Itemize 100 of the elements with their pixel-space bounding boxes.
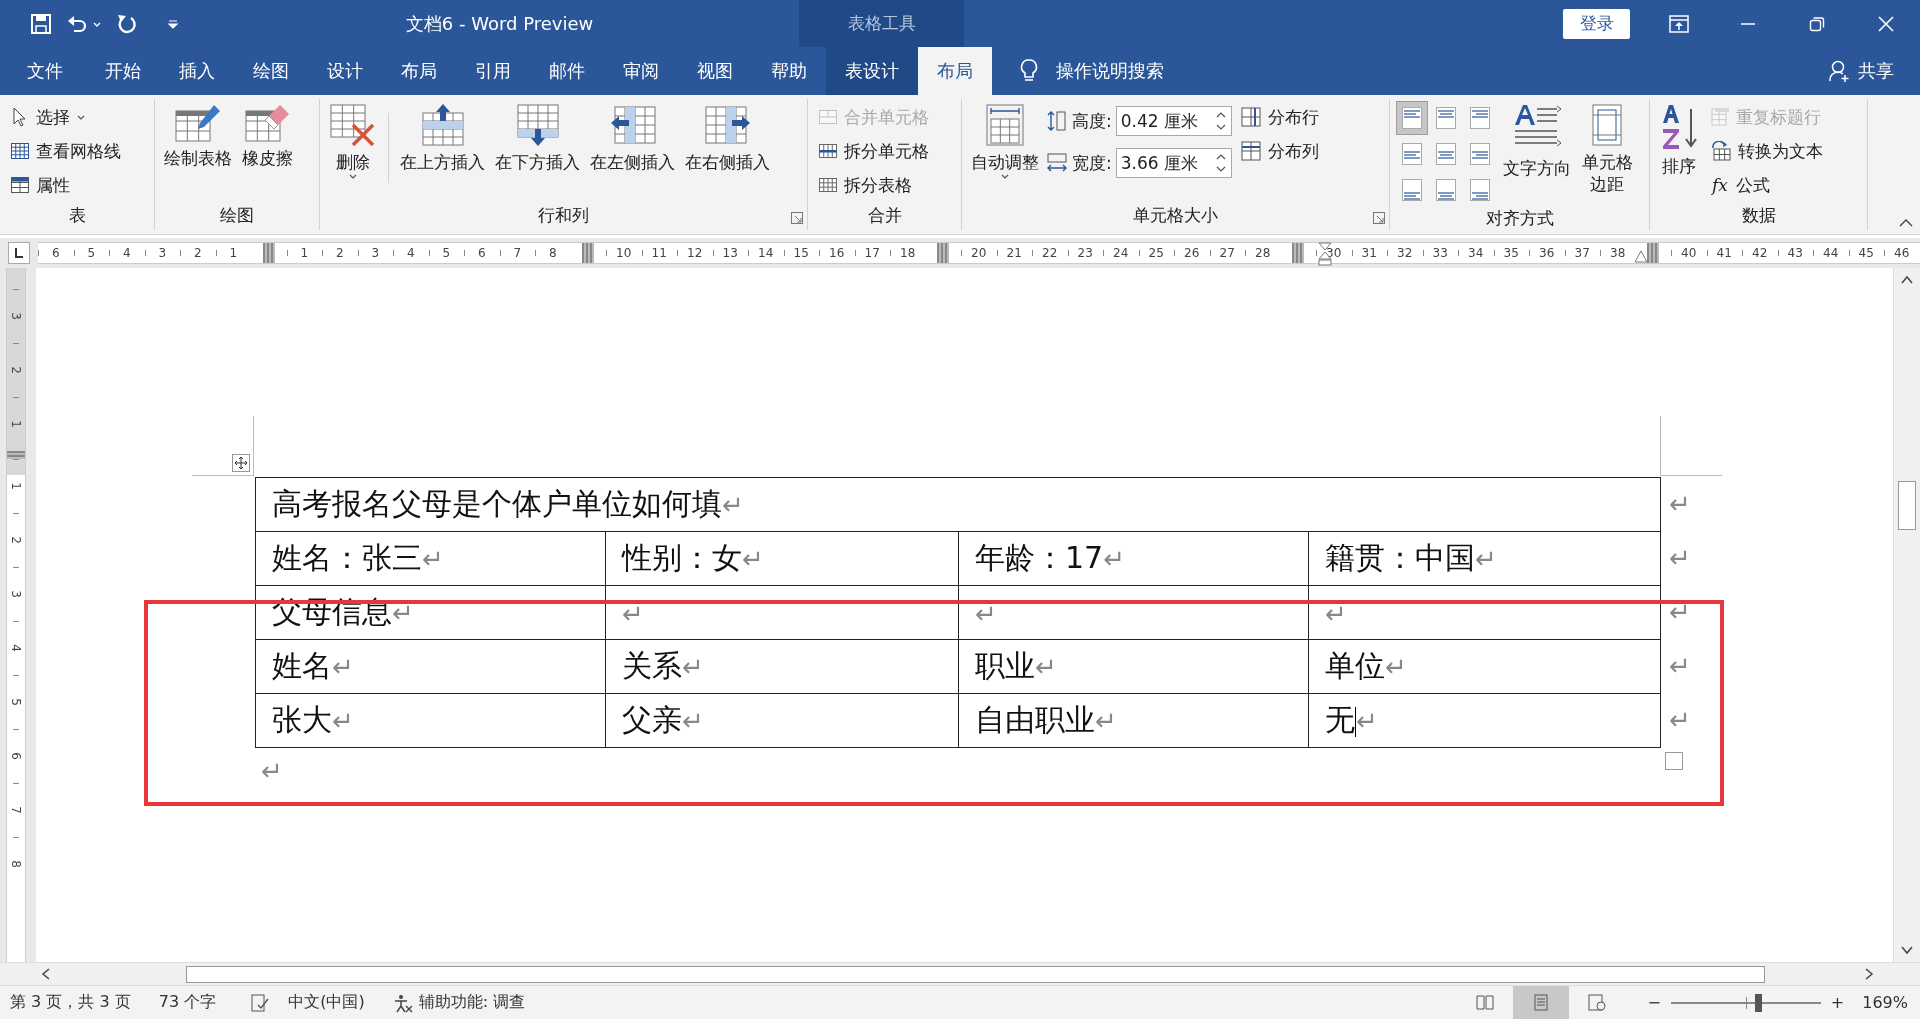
ribbon-button[interactable]: 转换为文本 bbox=[1706, 135, 1827, 167]
share-button[interactable]: 共享 bbox=[1828, 47, 1894, 95]
table-resize-handle[interactable] bbox=[1665, 752, 1683, 770]
scroll-left-icon[interactable] bbox=[40, 967, 52, 981]
ribbon-button[interactable]: 拆分表格 bbox=[814, 169, 933, 201]
split-cells-icon bbox=[818, 142, 838, 160]
margin-marker[interactable] bbox=[1292, 243, 1305, 263]
ribbon-button[interactable]: 拆分单元格 bbox=[814, 135, 933, 167]
size-field[interactable]: 3.66 厘米 bbox=[1115, 148, 1232, 178]
ribbon-button[interactable]: 选择 bbox=[6, 101, 125, 133]
ribbon-button[interactable]: 在右侧插入 bbox=[682, 99, 773, 173]
save-icon[interactable] bbox=[30, 12, 52, 35]
ribbon-button[interactable]: 单元格边距 bbox=[1578, 99, 1637, 195]
ribbon-button[interactable]: 属性 bbox=[6, 169, 125, 201]
ribbon-button[interactable]: 绘制表格 bbox=[161, 99, 235, 169]
size-field[interactable]: 0.42 厘米 bbox=[1115, 106, 1232, 136]
table-cell[interactable]: 性别：女↵ bbox=[605, 531, 959, 586]
ribbon-button[interactable]: 分布行 bbox=[1235, 101, 1323, 133]
table-cell[interactable]: 高考报名父母是个体户单位如何填↵ bbox=[255, 477, 1661, 532]
ruler-number: 3 bbox=[9, 312, 23, 320]
ribbon-button[interactable]: 在下方插入 bbox=[492, 99, 583, 173]
zoom-out-button[interactable]: − bbox=[1647, 993, 1661, 1012]
ribbon-button[interactable]: 自动调整 bbox=[968, 99, 1042, 181]
word-count[interactable]: 73 个字 bbox=[158, 992, 217, 1013]
row-height-icon bbox=[1046, 110, 1068, 132]
paragraph-mark: ↵ bbox=[260, 755, 283, 786]
table-cell[interactable]: ↵ bbox=[1308, 585, 1661, 640]
corner-mark bbox=[1660, 416, 1722, 476]
ribbon-button[interactable]: 排序 bbox=[1656, 99, 1702, 177]
accessibility-status[interactable]: 辅助功能: 调查 bbox=[418, 992, 526, 1013]
collapse-ribbon-icon[interactable] bbox=[1898, 218, 1914, 228]
margin-marker[interactable] bbox=[937, 243, 950, 263]
table-cell[interactable]: 自由职业↵ bbox=[958, 693, 1309, 748]
scroll-up-icon[interactable] bbox=[1900, 274, 1914, 286]
table-move-handle-icon[interactable] bbox=[232, 454, 250, 472]
ribbon-tab[interactable]: 邮件 bbox=[530, 47, 604, 95]
margin-marker[interactable] bbox=[582, 243, 595, 263]
margin-marker[interactable] bbox=[1647, 243, 1660, 263]
ribbon-tab[interactable]: 插入 bbox=[160, 47, 234, 95]
restore-icon[interactable] bbox=[1808, 15, 1825, 32]
page-count[interactable]: 第 3 页，共 3 页 bbox=[10, 992, 131, 1013]
ribbon-tab[interactable]: 帮助 bbox=[752, 47, 826, 95]
table-cell[interactable]: 职业↵ bbox=[958, 639, 1309, 694]
dialog-launcher-icon[interactable] bbox=[1373, 212, 1385, 224]
scroll-right-icon[interactable] bbox=[1863, 967, 1875, 981]
dialog-launcher-icon[interactable] bbox=[791, 212, 803, 224]
ribbon-tab[interactable]: 审阅 bbox=[604, 47, 678, 95]
ribbon-tab[interactable]: 设计 bbox=[308, 47, 382, 95]
zoom-in-button[interactable]: + bbox=[1830, 993, 1845, 1012]
ribbon-tab[interactable]: 引用 bbox=[456, 47, 530, 95]
table-cell[interactable]: 单位↵ bbox=[1308, 639, 1661, 694]
ribbon-tab[interactable]: 绘图 bbox=[234, 47, 308, 95]
scrollbar-thumb[interactable] bbox=[1898, 480, 1916, 530]
ribbon-tab[interactable]: 开始 bbox=[86, 47, 160, 95]
close-icon[interactable] bbox=[1877, 15, 1894, 32]
accessibility-icon[interactable] bbox=[392, 992, 413, 1013]
ribbon-tab[interactable]: 视图 bbox=[678, 47, 752, 95]
sign-in-button[interactable]: 登录 bbox=[1563, 8, 1630, 39]
ribbon-button[interactable]: 在左侧插入 bbox=[587, 99, 678, 173]
table-cell[interactable]: 年龄：17↵ bbox=[958, 531, 1309, 586]
ribbon-tab[interactable]: 布局 bbox=[918, 47, 992, 95]
ruler-number: 6 bbox=[9, 752, 23, 760]
table-cell[interactable]: 姓名：张三↵ bbox=[255, 531, 606, 586]
table-cell[interactable]: 籍贯：中国↵ bbox=[1308, 531, 1661, 586]
zoom-slider-thumb[interactable] bbox=[1754, 993, 1762, 1012]
convert-text-icon bbox=[1710, 141, 1732, 161]
margin-marker[interactable] bbox=[7, 451, 25, 459]
ribbon-button[interactable]: fx 公式 bbox=[1706, 169, 1827, 201]
ribbon-tab[interactable]: 布局 bbox=[382, 47, 456, 95]
ribbon-button[interactable]: 文字方向 bbox=[1500, 99, 1574, 179]
language-indicator[interactable]: 中文(中国) bbox=[288, 992, 365, 1013]
proofing-icon[interactable] bbox=[250, 993, 271, 1012]
ribbon-tab[interactable]: 文件 bbox=[4, 47, 86, 95]
table-right-arrow-icon bbox=[703, 103, 752, 147]
ribbon-button[interactable]: 删除 bbox=[326, 99, 380, 181]
table-cell[interactable]: 姓名↵ bbox=[255, 639, 606, 694]
indent-marker-icon[interactable] bbox=[1634, 250, 1648, 264]
ribbon-button[interactable]: 分布列 bbox=[1235, 135, 1323, 167]
redo-icon[interactable] bbox=[116, 12, 138, 35]
margin-marker[interactable] bbox=[262, 243, 275, 263]
table-cell[interactable]: ↵ bbox=[605, 585, 959, 640]
tab-stop-icon[interactable] bbox=[8, 242, 30, 264]
table-cell[interactable]: 父亲↵ bbox=[605, 693, 959, 748]
spinner-icon[interactable] bbox=[1214, 110, 1227, 132]
zoom-level[interactable]: 169% bbox=[1862, 993, 1908, 1012]
tell-me-search[interactable]: 操作说明搜索 bbox=[1056, 59, 1164, 83]
ribbon-button[interactable]: 查看网格线 bbox=[6, 135, 125, 167]
scrollbar-thumb[interactable] bbox=[186, 965, 1765, 983]
ribbon-display-icon[interactable] bbox=[1668, 14, 1689, 33]
table-cell[interactable]: ↵ bbox=[958, 585, 1309, 640]
scroll-down-icon[interactable] bbox=[1900, 944, 1914, 956]
table-cell[interactable]: 无↵ bbox=[1308, 693, 1661, 748]
table-cell[interactable]: 关系↵ bbox=[605, 639, 959, 694]
spinner-icon[interactable] bbox=[1214, 152, 1227, 174]
ribbon-button[interactable]: 在上方插入 bbox=[397, 99, 488, 173]
align-button[interactable] bbox=[1396, 101, 1428, 135]
ribbon-button[interactable]: 橡皮擦 bbox=[239, 99, 296, 169]
table-cell[interactable]: 张大↵ bbox=[255, 693, 606, 748]
ribbon-tab[interactable]: 表设计 bbox=[826, 47, 918, 95]
contextual-header: 表格工具 bbox=[799, 0, 964, 47]
